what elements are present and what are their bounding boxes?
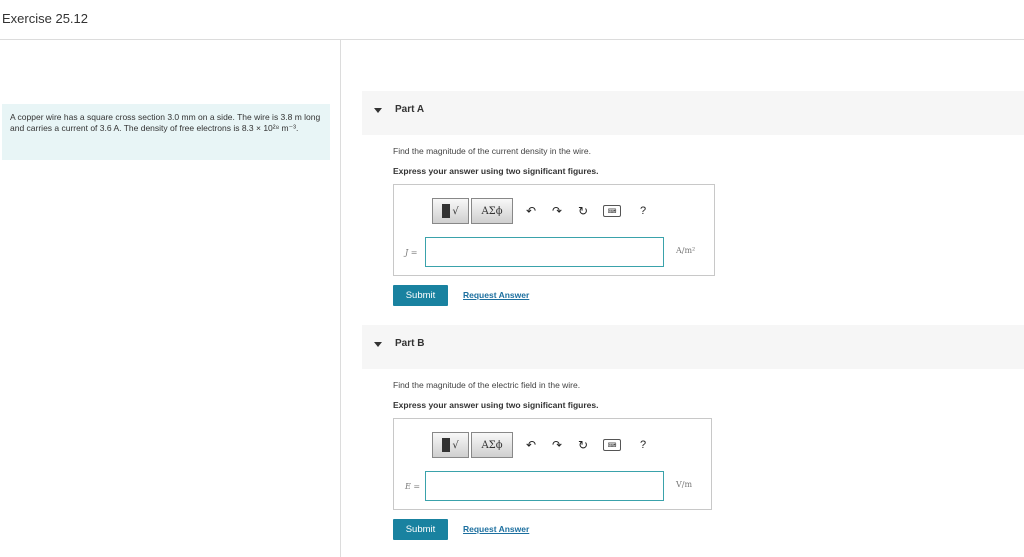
- radical-icon: √: [452, 439, 459, 451]
- part-a-question: Find the magnitude of the current densit…: [393, 146, 591, 156]
- undo-icon[interactable]: ↶: [521, 435, 541, 455]
- problem-statement: A copper wire has a square cross section…: [2, 104, 330, 160]
- part-a-header[interactable]: Part A: [362, 91, 1024, 135]
- part-b-answer-box: √ ΑΣϕ ↶ ↷ ↻ ⌨ ? E = V/m: [393, 418, 712, 510]
- variable-label: E =: [405, 482, 421, 491]
- help-icon[interactable]: ?: [633, 201, 653, 221]
- page-header: Exercise 25.12: [0, 0, 1024, 40]
- submit-button[interactable]: Submit: [393, 285, 448, 306]
- unit-label: A/m²: [676, 246, 696, 255]
- parts-pane: Part A Find the magnitude of the current…: [341, 40, 1024, 557]
- template-box-icon: [442, 204, 451, 218]
- template-box-icon: [442, 438, 451, 452]
- part-b-question: Find the magnitude of the electric field…: [393, 380, 581, 390]
- variable-label: J =: [405, 248, 418, 257]
- reset-icon[interactable]: ↻: [573, 435, 593, 455]
- keyboard-icon[interactable]: ⌨: [603, 205, 621, 217]
- answer-input[interactable]: [425, 237, 664, 267]
- part-b-header[interactable]: Part B: [362, 325, 1024, 369]
- templates-button[interactable]: √: [432, 198, 469, 224]
- redo-icon[interactable]: ↷: [547, 201, 567, 221]
- undo-icon[interactable]: ↶: [521, 201, 541, 221]
- part-a-label: Part A: [395, 104, 425, 115]
- help-icon[interactable]: ?: [633, 435, 653, 455]
- math-toolbar: √ ΑΣϕ ↶ ↷ ↻ ⌨ ?: [432, 432, 653, 458]
- part-b-instruction: Express your answer using two significan…: [393, 400, 599, 410]
- part-a-instruction: Express your answer using two significan…: [393, 166, 599, 176]
- collapse-triangle-icon[interactable]: [374, 108, 382, 113]
- reset-icon[interactable]: ↻: [573, 201, 593, 221]
- submit-button[interactable]: Submit: [393, 519, 448, 540]
- collapse-triangle-icon[interactable]: [374, 342, 382, 347]
- page-title: Exercise 25.12: [2, 11, 88, 26]
- unit-label: V/m: [676, 480, 693, 489]
- problem-pane: A copper wire has a square cross section…: [0, 40, 341, 557]
- greek-symbols-button[interactable]: ΑΣϕ: [471, 198, 513, 224]
- request-answer-link[interactable]: Request Answer: [463, 524, 529, 534]
- part-b-label: Part B: [395, 338, 425, 349]
- request-answer-link[interactable]: Request Answer: [463, 290, 529, 300]
- math-toolbar: √ ΑΣϕ ↶ ↷ ↻ ⌨ ?: [432, 198, 653, 224]
- templates-button[interactable]: √: [432, 432, 469, 458]
- greek-symbols-button[interactable]: ΑΣϕ: [471, 432, 513, 458]
- redo-icon[interactable]: ↷: [547, 435, 567, 455]
- keyboard-icon[interactable]: ⌨: [603, 439, 621, 451]
- radical-icon: √: [452, 205, 459, 217]
- answer-input[interactable]: [425, 471, 664, 501]
- part-a-answer-box: √ ΑΣϕ ↶ ↷ ↻ ⌨ ? J = A/m²: [393, 184, 715, 276]
